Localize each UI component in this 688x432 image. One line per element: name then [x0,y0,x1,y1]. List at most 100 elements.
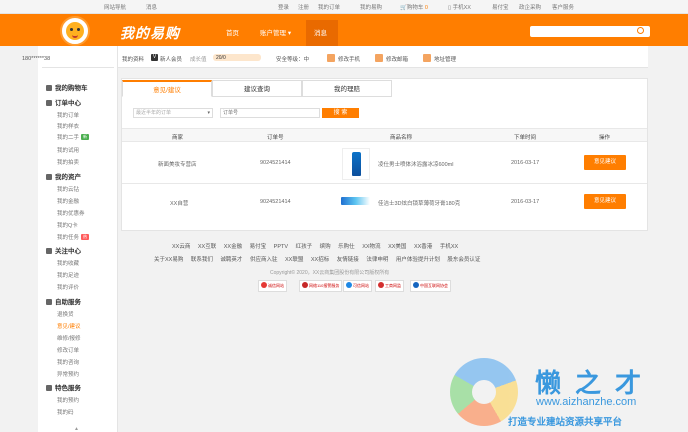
footer-link[interactable]: XX云商 [172,244,190,250]
site-nav-link[interactable]: 网站导航 [104,3,126,11]
tab-query[interactable]: 建议查询 [212,80,302,97]
edit-email-link[interactable]: 修改邮箱 [386,55,408,63]
sidebar-item-my-orders[interactable]: 我的订单 [57,111,79,119]
footer-link[interactable]: PPTV [274,244,288,250]
sidebar-item-exception[interactable]: 异常预约 [57,370,79,378]
sidebar-item-reviews[interactable]: 我的评价 [57,283,79,291]
trust-badge[interactable]: 网络110报警服务 [299,280,343,292]
footer-link[interactable]: XX金融 [224,244,242,250]
column-header-action: 操作 [599,135,611,141]
address-link[interactable]: 地址管理 [434,55,456,63]
sidebar-item-history[interactable]: 我的足迹 [57,271,79,279]
sidebar-item-feedback[interactable]: 意见/建议 [57,322,81,330]
row1-store[interactable]: 新面美妆专营店 [158,160,197,168]
sidebar-item-favorites[interactable]: 我的收藏 [57,259,79,267]
chevron-up-icon[interactable]: ▲ [74,426,79,432]
chevron-down-icon: ▾ [207,110,210,116]
sidebar-item-tasks[interactable]: 我的任务热 [57,233,90,241]
sidebar-item-auction[interactable]: 我的拍卖 [57,158,79,166]
top-bar: 网站导航 消息 登录 注册 我的订单 我的易购 🛒购物车 0 ▯ 手机XX 易付… [0,0,688,14]
footer-link[interactable]: XX香港 [414,244,432,250]
mobile-link[interactable]: ▯ 手机XX [448,3,471,11]
register-link[interactable]: 注册 [298,3,309,11]
hot-badge: 热 [81,234,90,240]
lion-face-icon [66,22,84,40]
footer-link[interactable]: 诚聘英才 [220,257,242,263]
sidebar-item-returns[interactable]: 退换货 [57,310,74,318]
nav-messages[interactable]: 消息 [314,27,327,37]
footer-link[interactable]: 友情链接 [337,257,359,263]
messages-link[interactable]: 消息 [146,3,157,11]
footer-link[interactable]: 联系我们 [191,257,213,263]
footer-link[interactable]: 关于XX易购 [154,257,183,263]
row2-product[interactable]: 佳洁士3D炫白锁草薄荷牙膏180克 [378,199,460,207]
sidebar-item-coupons[interactable]: 我的优惠券 [57,209,85,217]
order-period-select[interactable]: 最近半年的订单 ▾ [133,108,213,118]
row2-order[interactable]: 9024521414 [260,199,291,205]
enterprise-link[interactable]: 政企采购 [519,3,541,11]
sidebar-item-modify-order[interactable]: 修改订单 [57,346,79,354]
feedback-button[interactable]: 意见建议 [584,155,626,170]
trust-badge[interactable]: 中国互联网协会 [410,280,451,292]
login-link[interactable]: 登录 [278,3,289,11]
footer-link[interactable]: XX物流 [362,244,380,250]
seal-icon [261,282,267,288]
product-image-bodywash[interactable] [342,148,370,180]
footer-link[interactable]: 缤购 [320,244,331,250]
footer-link[interactable]: 股东会员认证 [447,257,480,263]
tab-feedback[interactable]: 意见/建议 [122,80,212,97]
profile-link[interactable]: 我的资料 [122,55,144,63]
sidebar-item-finance[interactable]: 我的金融 [57,197,79,205]
sidebar-item-samples[interactable]: 我的样衣 [57,122,79,130]
feedback-button[interactable]: 意见建议 [584,194,626,209]
logo-text[interactable]: 我的易购 [120,23,180,43]
footer-link[interactable]: 法律申明 [366,257,388,263]
nav-account[interactable]: 账户管理 ▾ [260,27,291,37]
footer-link[interactable]: XX互联 [198,244,216,250]
footer-link[interactable]: XX美国 [388,244,406,250]
edit-phone-link[interactable]: 修改手机 [338,55,360,63]
trust-badge[interactable]: 工商网监 [375,280,404,292]
trust-badge[interactable]: 可信网站 [343,280,372,292]
sidebar-section-cart[interactable]: 我的购物车 [46,82,88,92]
sidebar-item-secondhand[interactable]: 我的二手新 [57,133,90,141]
sidebar-divider [42,67,114,68]
logo-icon[interactable] [60,16,90,46]
sidebar-item-consult[interactable]: 我的咨询 [57,358,79,366]
search-input[interactable] [530,26,650,37]
row1-order[interactable]: 9024521414 [260,160,291,166]
search-icon[interactable] [637,27,644,34]
cart-icon: 🛒 [400,5,407,11]
footer-link[interactable]: 手机XX [440,244,458,250]
product-image-toothpaste[interactable] [340,193,372,211]
trust-badge[interactable]: 诚信网站 [258,280,287,292]
sidebar-item-trial[interactable]: 我的试用 [57,146,79,154]
sidebar-item-booking[interactable]: 我的预约 [57,396,79,404]
sidebar-section-assets: 我的资产 [46,171,81,181]
sidebar-item-qcard[interactable]: 我的Q卡 [57,221,78,229]
row2-store[interactable]: XX自营 [170,199,188,207]
footer-link[interactable]: 供应商入驻 [250,257,278,263]
footer-link[interactable]: XX联盟 [285,257,303,263]
footer-link[interactable]: 用户体验提升计划 [396,257,440,263]
security-level: 安全等级：中 [276,57,310,63]
my-account-link[interactable]: 我的易购 [360,3,382,11]
my-orders-link[interactable]: 我的订单 [318,3,340,11]
column-header-store: 商家 [172,135,184,141]
footer-link[interactable]: 易付宝 [250,244,267,250]
footer-link[interactable]: 红孩子 [296,244,313,250]
sidebar-item-repair[interactable]: 维修/报修 [57,334,81,342]
sidebar-item-code[interactable]: 我的码 [57,408,74,416]
cart-link[interactable]: 🛒购物车 0 [400,3,428,11]
footer-link[interactable]: XX招标 [311,257,329,263]
nav-home[interactable]: 首页 [226,27,239,37]
shield-icon [378,282,384,288]
pay-link[interactable]: 易付宝 [492,3,509,11]
order-number-input[interactable] [220,108,320,118]
sidebar-item-diamonds[interactable]: 我的云钻 [57,185,79,193]
service-link[interactable]: 客户服务 [552,3,574,11]
tab-claims[interactable]: 我的理赔 [302,80,392,97]
search-button[interactable]: 搜 索 [322,108,359,118]
footer-link[interactable]: 乐购仕 [338,244,355,250]
row1-product[interactable]: 凌仕男士喷体沐浴露冰凉600ml [378,160,453,168]
